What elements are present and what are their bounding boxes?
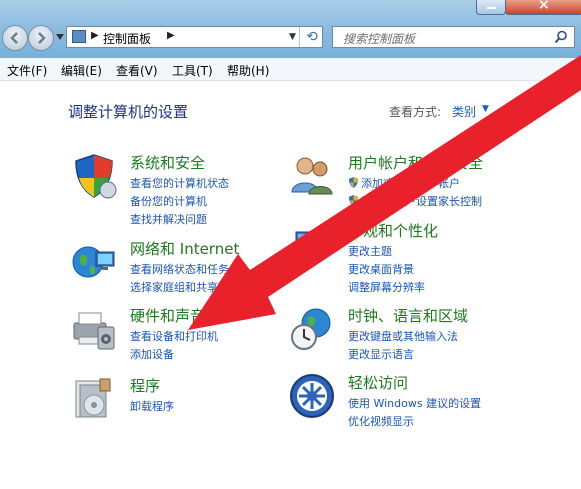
link-windows-recommended-settings[interactable]: 使用 Windows 建议的设置 bbox=[348, 395, 481, 411]
view-by-label: 查看方式: bbox=[389, 105, 442, 119]
link-add-remove-users-label[interactable]: 添加或删除用户帐户 bbox=[361, 177, 460, 190]
category-title[interactable]: 时钟、语言和区域 bbox=[348, 305, 468, 326]
category-title[interactable]: 用户帐户和家庭安全 bbox=[348, 152, 483, 173]
window-titlebar: ▶ 控制面板 ▶ ▼ ⟲ 搜索控制面板 bbox=[0, 0, 581, 58]
category-clock-language-region: 时钟、语言和区域 更改键盘或其他输入法 更改显示语言 bbox=[288, 305, 568, 362]
menu-tools[interactable]: 工具(T) bbox=[172, 62, 213, 79]
link-view-computer-status[interactable]: 查看您的计算机状态 bbox=[130, 175, 229, 191]
link-parental-controls[interactable]: 为所有用户设置家长控制 bbox=[348, 193, 482, 209]
close-button[interactable] bbox=[505, 0, 581, 15]
control-panel-icon bbox=[72, 30, 86, 43]
category-title[interactable]: 外观和个性化 bbox=[348, 220, 438, 241]
link-screen-resolution[interactable]: 调整屏幕分辨率 bbox=[348, 279, 425, 295]
menu-edit[interactable]: 编辑(E) bbox=[61, 62, 102, 79]
breadcrumb-control-panel[interactable]: 控制面板 bbox=[103, 30, 151, 47]
forward-arrow-icon bbox=[38, 32, 46, 44]
back-button[interactable] bbox=[2, 25, 28, 51]
category-network-internet: 网络和 Internet 查看网络状态和任务 选择家庭组和共享选项 bbox=[70, 238, 270, 294]
search-placeholder: 搜索控制面板 bbox=[343, 32, 416, 46]
category-user-accounts: 用户帐户和家庭安全 添加或删除用户帐户 为所有用户设置家长控制 bbox=[288, 152, 568, 209]
menu-view[interactable]: 查看(V) bbox=[116, 62, 158, 79]
search-input[interactable]: 搜索控制面板 bbox=[332, 26, 575, 48]
shield-icon[interactable] bbox=[70, 152, 118, 200]
category-title[interactable]: 轻松访问 bbox=[348, 372, 408, 393]
category-title[interactable]: 硬件和声音 bbox=[130, 305, 205, 326]
chevron-down-icon[interactable]: ▼ bbox=[482, 104, 489, 114]
uac-shield-icon bbox=[348, 195, 359, 206]
address-dropdown-icon[interactable]: ▼ bbox=[289, 32, 296, 42]
menu-file[interactable]: 文件(F) bbox=[7, 62, 47, 79]
link-troubleshoot[interactable]: 查找并解决问题 bbox=[130, 211, 207, 227]
category-hardware-sound: 硬件和声音 查看设备和打印机 添加设备 bbox=[70, 305, 270, 361]
category-title[interactable]: 系统和安全 bbox=[130, 152, 205, 173]
view-by-dropdown[interactable]: 类别 bbox=[452, 103, 476, 120]
back-arrow-icon bbox=[10, 32, 18, 44]
menu-help[interactable]: 帮助(H) bbox=[227, 62, 269, 79]
search-icon[interactable] bbox=[554, 30, 568, 44]
category-programs: 程序 卸载程序 bbox=[70, 375, 270, 418]
category-system-security: 系统和安全 查看您的计算机状态 备份您的计算机 查找并解决问题 bbox=[70, 152, 270, 226]
link-devices-printers[interactable]: 查看设备和打印机 bbox=[130, 328, 218, 344]
forward-button[interactable] bbox=[28, 25, 54, 51]
refresh-icon: ⟲ bbox=[306, 29, 318, 45]
minimize-button[interactable] bbox=[476, 0, 506, 15]
menu-bar: 文件(F) 编辑(E) 查看(V) 工具(T) 帮助(H) bbox=[0, 58, 581, 81]
programs-icon[interactable] bbox=[70, 375, 118, 423]
breadcrumb-separator-icon[interactable]: ▶ bbox=[167, 30, 175, 41]
link-change-keyboard[interactable]: 更改键盘或其他输入法 bbox=[348, 328, 458, 344]
link-desktop-background[interactable]: 更改桌面背景 bbox=[348, 261, 414, 277]
printer-icon[interactable] bbox=[70, 305, 118, 353]
ease-of-access-icon[interactable] bbox=[288, 372, 336, 420]
recent-pages-dropdown-icon[interactable] bbox=[56, 34, 64, 40]
main-content: 调整计算机的设置 查看方式: 类别 ▼ 系统和安全 查看您的计算机状态 备份您的… bbox=[0, 81, 581, 489]
uac-shield-icon bbox=[348, 177, 359, 188]
users-icon[interactable] bbox=[288, 152, 336, 200]
category-title[interactable]: 网络和 Internet bbox=[130, 238, 239, 259]
link-change-display-language[interactable]: 更改显示语言 bbox=[348, 346, 414, 362]
link-add-remove-users[interactable]: 添加或删除用户帐户 bbox=[348, 175, 460, 191]
category-title[interactable]: 程序 bbox=[130, 375, 160, 396]
clock-globe-icon[interactable] bbox=[288, 305, 336, 353]
link-backup-computer[interactable]: 备份您的计算机 bbox=[130, 193, 207, 209]
category-ease-of-access: 轻松访问 使用 Windows 建议的设置 优化视频显示 bbox=[288, 372, 568, 429]
category-appearance: 外观和个性化 更改主题 更改桌面背景 调整屏幕分辨率 bbox=[288, 220, 568, 294]
appearance-icon[interactable] bbox=[288, 220, 336, 268]
link-change-theme[interactable]: 更改主题 bbox=[348, 243, 392, 259]
link-homegroup-sharing[interactable]: 选择家庭组和共享选项 bbox=[130, 279, 240, 295]
link-uninstall-program[interactable]: 卸载程序 bbox=[130, 398, 174, 414]
network-globe-icon[interactable] bbox=[70, 238, 118, 286]
page-title: 调整计算机的设置 bbox=[68, 103, 189, 121]
breadcrumb-separator-icon[interactable]: ▶ bbox=[91, 30, 99, 41]
refresh-button[interactable]: ⟲ bbox=[299, 27, 324, 47]
link-parental-controls-label[interactable]: 为所有用户设置家长控制 bbox=[361, 195, 482, 208]
address-bar[interactable]: ▶ 控制面板 ▶ ▼ ⟲ bbox=[66, 26, 323, 48]
link-optimize-visual-display[interactable]: 优化视频显示 bbox=[348, 413, 414, 429]
link-add-device[interactable]: 添加设备 bbox=[130, 346, 174, 362]
link-view-network-status[interactable]: 查看网络状态和任务 bbox=[130, 261, 229, 277]
